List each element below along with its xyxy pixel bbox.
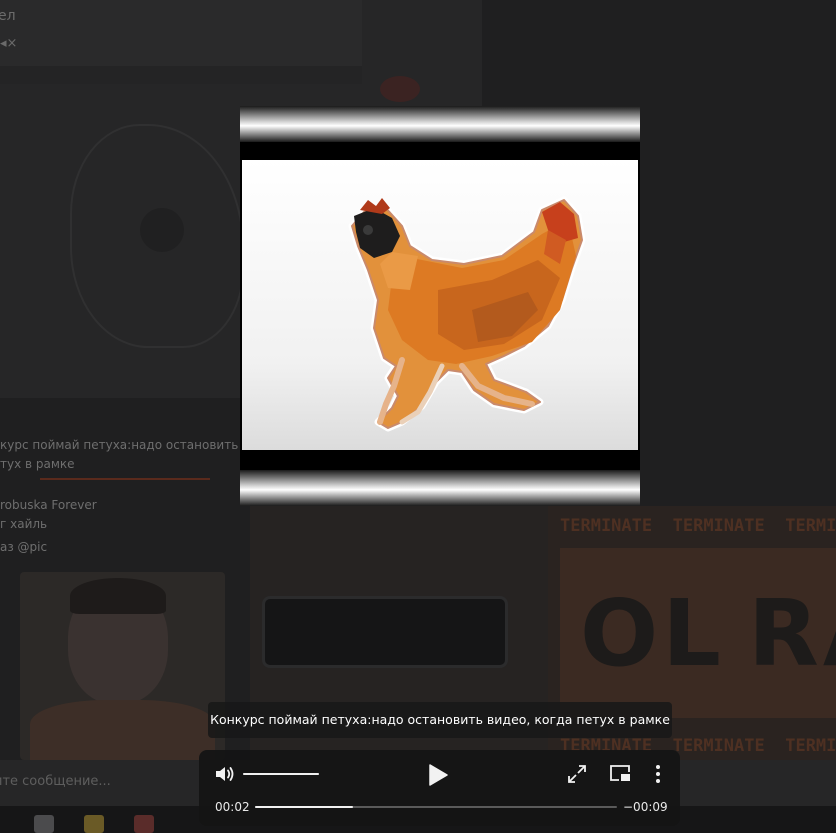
reply-accent-line: [40, 478, 210, 480]
fullscreen-button[interactable]: [567, 764, 587, 784]
photo-coat: [30, 700, 215, 760]
poster-word-row-1: TERMINATE TERMINATE TERMINATE: [560, 516, 836, 536]
poster-word: TERMINATE: [672, 516, 765, 536]
taskbar-app-icon: [34, 815, 54, 833]
message-text-line-1: курс поймай петуха:надо остановить в: [0, 438, 250, 452]
media-caption: Конкурс поймай петуха:надо остановить ви…: [208, 702, 672, 738]
preview-play-circle: [140, 208, 184, 252]
media-viewer: ел ◂× курс поймай петуха:надо остановить…: [0, 0, 836, 833]
volume-slider[interactable]: [243, 772, 319, 776]
current-time: 00:02: [215, 800, 250, 814]
taskbar-folder-icon: [84, 815, 104, 833]
poster-word: TERMINATE: [672, 736, 765, 756]
play-button[interactable]: [427, 764, 449, 786]
video-viewport[interactable]: [240, 106, 640, 506]
remaining-time: −00:09: [623, 800, 668, 814]
poster-big-left: OL: [580, 580, 725, 687]
more-vertical-icon: [656, 765, 660, 783]
message-text: г хайль: [0, 517, 48, 531]
poster-word: TERMINATE: [785, 736, 836, 756]
picture-in-picture-icon: [610, 765, 630, 781]
video-bottom-border: [240, 470, 640, 506]
wallpaper-anime-eye: [380, 76, 420, 102]
poster-word: TERMINATE: [560, 516, 653, 536]
video-top-border: [240, 106, 640, 142]
video-frame: [242, 160, 638, 450]
poster-big-right: RA: [748, 580, 836, 687]
seek-bar[interactable]: [255, 805, 617, 809]
wallpaper-belt: [262, 596, 508, 668]
chat-divider: [0, 66, 362, 84]
video-player-controls: 00:02 −00:09: [199, 750, 680, 826]
seek-progress: [255, 806, 353, 808]
fullscreen-icon: [568, 765, 586, 783]
play-icon: [429, 764, 448, 786]
volume-icon[interactable]: [215, 765, 235, 783]
message-meta: аз @pic: [0, 540, 48, 554]
rooster-image: [348, 196, 586, 432]
poster-word: TERMINATE: [785, 516, 836, 536]
message-text-line-2: тух в рамке: [0, 457, 75, 471]
chat-title: ел: [0, 8, 16, 24]
more-options-button[interactable]: [651, 764, 665, 784]
photo-hair: [70, 578, 166, 614]
small-volume-icon: ◂×: [0, 36, 18, 51]
taskbar-app-icon: [134, 815, 154, 833]
picture-in-picture-button[interactable]: [609, 764, 631, 782]
message-input-placeholder: ите сообщение...: [0, 774, 111, 789]
sender-name: robuska Forever: [0, 498, 97, 512]
volume-level: [243, 773, 319, 775]
